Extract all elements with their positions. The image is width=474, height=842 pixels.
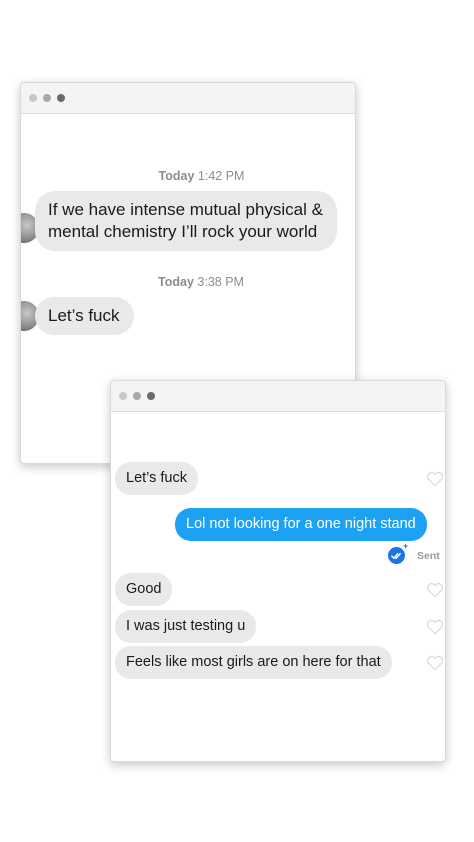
window-close-dot[interactable] <box>119 392 127 400</box>
message-text: Lol not looking for a one night stand <box>186 516 416 532</box>
heart-icon[interactable] <box>426 619 444 635</box>
timestamp-day: Today <box>158 275 194 289</box>
message-text: Let’s fuck <box>126 470 187 486</box>
message-text: Good <box>126 581 162 597</box>
received-message-bubble[interactable]: Let’s fuck <box>115 462 198 495</box>
timestamp-time: 3:38 PM <box>197 275 244 289</box>
message-text-line: mental chemistry I’ll rock your world <box>48 222 318 241</box>
window-minimize-dot[interactable] <box>133 392 141 400</box>
heart-icon[interactable] <box>426 655 444 671</box>
timestamp-time: 1:42 PM <box>197 169 245 183</box>
received-message-bubble[interactable]: If we have intense mutual physical & men… <box>35 191 337 251</box>
message-text: Feels like most girls are on here for th… <box>126 654 381 670</box>
timestamp-day: Today <box>158 169 195 183</box>
page: Today 1:42 PM If we have intense mutual … <box>0 0 474 842</box>
message-text-line: If we have intense mutual physical & <box>48 200 323 219</box>
sent-message-bubble[interactable]: Lol not looking for a one night stand <box>175 508 427 541</box>
message-text: I was just testing u <box>126 618 246 634</box>
double-check-icon: + <box>388 541 408 564</box>
message-text: Let’s fuck <box>48 306 120 325</box>
received-message-bubble[interactable]: Feels like most girls are on here for th… <box>115 646 392 679</box>
heart-icon[interactable] <box>426 471 444 487</box>
heart-icon[interactable] <box>426 582 444 598</box>
chat-window-2: Let’s fuck Lol not looking for a one nig… <box>110 380 446 762</box>
message-timestamp: Today 1:42 PM <box>48 169 355 183</box>
window-titlebar <box>21 83 355 114</box>
status-label: Sent <box>417 549 440 562</box>
window-titlebar <box>111 381 445 412</box>
message-timestamp: Today 3:38 PM <box>47 275 355 289</box>
window-zoom-dot[interactable] <box>57 94 65 102</box>
received-message-bubble[interactable]: Let’s fuck <box>35 297 134 335</box>
plus-icon: + <box>403 541 409 551</box>
received-message-bubble[interactable]: Good <box>115 573 173 606</box>
received-message-bubble[interactable]: I was just testing u <box>115 610 257 643</box>
read-receipt: + Sent <box>388 541 440 564</box>
window-minimize-dot[interactable] <box>43 94 51 102</box>
window-close-dot[interactable] <box>29 94 37 102</box>
window-zoom-dot[interactable] <box>147 392 155 400</box>
